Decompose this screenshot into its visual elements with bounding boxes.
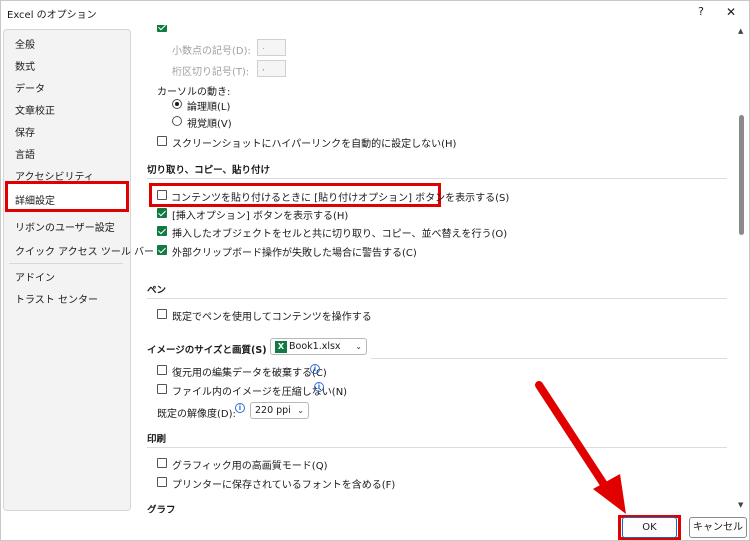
section-chart: グラフ <box>147 505 176 513</box>
discard-editing-data-label: 復元用の編集データを破棄する(C) <box>172 368 327 379</box>
close-button[interactable]: ✕ <box>719 3 743 21</box>
chevron-down-icon: ⌄ <box>297 406 304 415</box>
checkbox-clipboard-warning[interactable] <box>157 245 167 255</box>
show-insert-options-label: [挿入オプション] ボタンを表示する(H) <box>172 211 349 222</box>
checkbox-discard-editing-data[interactable] <box>157 365 167 375</box>
cancel-button[interactable]: キャンセル <box>689 517 747 538</box>
arrow-shaft <box>535 381 611 493</box>
nav-item-proofing[interactable]: 文章校正 <box>15 102 55 117</box>
chevron-down-icon: ⌄ <box>355 342 362 351</box>
image-workbook-value: Book1.xlsx <box>289 341 341 352</box>
nav-item-advanced[interactable]: 詳細設定 <box>15 192 55 207</box>
decimal-symbol-field[interactable]: . <box>257 39 286 56</box>
ok-button[interactable]: OK <box>622 517 677 538</box>
thousands-separator-field[interactable]: , <box>257 60 286 77</box>
no-hyperlink-screenshot-label: スクリーンショットにハイパーリンクを自動的に設定しない(H) <box>172 139 457 150</box>
thousands-separator-label: 桁区切り記号(T): <box>172 67 250 78</box>
scroll-up-icon[interactable]: ▲ <box>738 27 743 35</box>
cursor-logical-label: 論理順(L) <box>187 102 231 113</box>
window-title: Excel のオプション <box>7 10 97 21</box>
nav-item-trust-center[interactable]: トラスト センター <box>15 291 98 306</box>
info-icon[interactable]: i <box>310 364 320 374</box>
decimal-symbol-label: 小数点の記号(D): <box>172 46 251 57</box>
nav-item-general[interactable]: 全般 <box>15 36 35 51</box>
default-resolution-select[interactable]: 220 ppi ⌄ <box>250 402 309 419</box>
scrollbar-thumb[interactable] <box>739 115 744 235</box>
section-cut-copy-paste: 切り取り、コピー、貼り付け <box>147 165 271 176</box>
nav-divider <box>9 263 123 264</box>
radio-cursor-logical[interactable] <box>172 99 182 109</box>
radio-cursor-visual[interactable] <box>172 116 182 126</box>
vertical-scrollbar[interactable]: ▲ ▼ <box>737 25 747 513</box>
title-bar: Excel のオプション ? ✕ <box>1 1 750 25</box>
nav-item-accessibility[interactable]: アクセシビリティ <box>15 168 94 183</box>
use-pen-default-label: 既定でペンを使用してコンテンツを操作する <box>172 312 372 323</box>
nav-item-language[interactable]: 言語 <box>15 146 35 161</box>
section-divider <box>147 298 727 299</box>
advanced-options-panel: 小数点の記号(D): . 桁区切り記号(T): , カーソルの動き: 論理順(L… <box>139 25 737 513</box>
checkbox-high-quality-graphics[interactable] <box>157 458 167 468</box>
red-arrow-annotation <box>535 381 626 514</box>
section-image-size-quality: イメージのサイズと画質(S) <box>147 345 267 356</box>
clipboard-warning-label: 外部クリップボード操作が失敗した場合に警告する(C) <box>172 248 417 259</box>
high-quality-graphics-label: グラフィック用の高画質モード(Q) <box>172 461 328 472</box>
checkbox-use-system-separators[interactable] <box>157 25 167 32</box>
cursor-visual-label: 視覚順(V) <box>187 119 232 130</box>
nav-item-addins[interactable]: アドイン <box>15 269 55 284</box>
scroll-down-icon[interactable]: ▼ <box>738 501 743 509</box>
checkbox-no-hyperlink-screenshot[interactable] <box>157 136 167 146</box>
info-icon[interactable]: i <box>235 403 245 413</box>
checkbox-do-not-compress[interactable] <box>157 384 167 394</box>
checkbox-show-insert-options[interactable] <box>157 208 167 218</box>
checkbox-show-paste-options[interactable] <box>157 190 167 200</box>
section-divider <box>147 178 727 179</box>
default-resolution-label: 既定の解像度(D): <box>157 409 236 420</box>
cursor-movement-label: カーソルの動き: <box>157 87 231 98</box>
help-button[interactable]: ? <box>691 3 711 21</box>
section-print: 印刷 <box>147 434 167 445</box>
info-icon[interactable]: i <box>314 382 324 392</box>
printer-fonts-label: プリンターに保存されているフォントを含める(F) <box>172 480 396 491</box>
checkbox-printer-fonts[interactable] <box>157 477 167 487</box>
section-divider <box>147 447 727 448</box>
default-resolution-value: 220 ppi <box>255 405 291 416</box>
cut-copy-sort-objects-label: 挿入したオブジェクトをセルと共に切り取り、コピー、並べ替えを行う(O) <box>172 229 508 240</box>
image-workbook-select[interactable]: X Book1.xlsx ⌄ <box>270 338 367 355</box>
nav-item-quick-access-toolbar[interactable]: クイック アクセス ツール バー <box>15 243 154 258</box>
nav-item-data[interactable]: データ <box>15 80 45 95</box>
checkbox-use-pen-default[interactable] <box>157 309 167 319</box>
nav-item-save[interactable]: 保存 <box>15 124 35 139</box>
section-pen: ペン <box>147 285 167 296</box>
checkbox-cut-copy-sort-objects[interactable] <box>157 226 167 236</box>
show-paste-options-label: コンテンツを貼り付けるときに [貼り付けオプション] ボタンを表示する(S) <box>171 193 510 204</box>
nav-item-formulas[interactable]: 数式 <box>15 58 35 73</box>
section-divider <box>371 358 727 359</box>
excel-file-icon: X <box>275 340 287 353</box>
excel-options-dialog: Excel のオプション ? ✕ 全般 数式 データ 文章校正 保存 言語 アク… <box>0 0 750 541</box>
nav-item-customize-ribbon[interactable]: リボンのユーザー設定 <box>15 219 115 234</box>
